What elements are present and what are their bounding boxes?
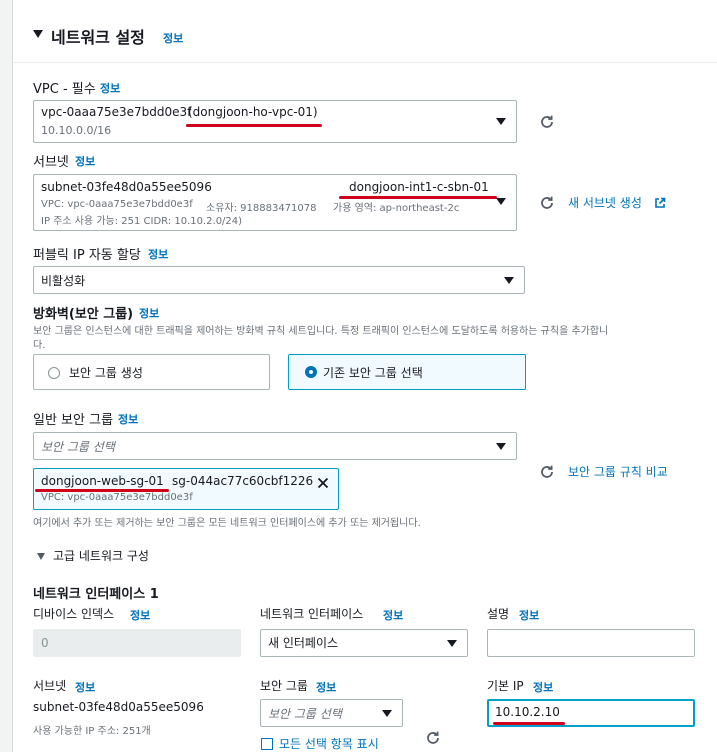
ni-primary-ip-info-link[interactable]: 정보 bbox=[533, 679, 553, 695]
ni-title: 네트워크 인터페이스 1 bbox=[33, 587, 159, 602]
selected-sg-name: dongjoon-web-sg-01 bbox=[41, 474, 164, 488]
vpc-cidr: 10.10.0.0/16 bbox=[41, 124, 112, 137]
common-sg-hint: 여기에서 추가 또는 제거하는 보안 그룹은 모든 네트워크 인터페이스에 추가… bbox=[33, 518, 421, 529]
firewall-info-link[interactable]: 정보 bbox=[139, 305, 159, 321]
selected-sg-id: sg-044ac77c60cbf1226 bbox=[172, 474, 314, 488]
ni-interface-info-link[interactable]: 정보 bbox=[383, 607, 403, 623]
create-sg-radio[interactable] bbox=[48, 367, 60, 379]
ni-show-all-checkbox[interactable] bbox=[261, 738, 273, 750]
create-sg-option-label: 보안 그룹 생성 bbox=[69, 366, 143, 380]
public-ip-label: 퍼블릭 IP 자동 할당 bbox=[33, 248, 141, 263]
ni-primary-ip-value: 10.10.2.10 bbox=[495, 705, 560, 719]
ni-device-index-value: 0 bbox=[41, 636, 49, 650]
subnet-select-name: dongjoon-int1-c-sbn-01 bbox=[349, 180, 489, 194]
external-link-icon[interactable] bbox=[654, 197, 666, 209]
subnet-refresh-icon[interactable] bbox=[539, 195, 555, 211]
ni-interface-value: 새 인터페이스 bbox=[268, 636, 339, 650]
firewall-description-line1: 보안 그룹은 인스턴스에 대한 트래픽을 제어하는 방화벽 규칙 세트입니다. … bbox=[33, 326, 609, 337]
selected-sg-vpc: VPC: vpc-0aaa75e3e7bdd0e3f bbox=[41, 492, 193, 503]
advanced-title[interactable]: 고급 네트워크 구성 bbox=[53, 547, 149, 564]
public-ip-chevron-down-icon bbox=[504, 277, 514, 284]
common-sg-chevron-down-icon bbox=[496, 443, 506, 450]
common-sg-label: 일반 보안 그룹 bbox=[33, 413, 114, 428]
existing-sg-option-label: 기존 보안 그룹 선택 bbox=[323, 366, 423, 380]
vpc-select-value: vpc-0aaa75e3e7bdd0e3f bbox=[41, 105, 192, 119]
ni-primary-ip-label: 기본 IP bbox=[487, 679, 524, 693]
public-ip-select[interactable] bbox=[33, 266, 525, 294]
ni-subnet-label: 서브넷 bbox=[33, 679, 67, 693]
vpc-info-link[interactable]: 정보 bbox=[100, 80, 120, 96]
advanced-collapse-icon[interactable] bbox=[37, 553, 45, 560]
sg-annotation-line bbox=[35, 489, 169, 492]
subnet-info-link[interactable]: 정보 bbox=[75, 153, 95, 169]
ni-show-all-label[interactable]: 모든 선택 항목 표시 bbox=[279, 735, 379, 752]
subnet-annotation-line bbox=[339, 196, 497, 199]
network-settings-panel: 네트워크 설정 정보 VPC - 필수 정보 vpc-0aaa75e3e7bdd… bbox=[12, 0, 717, 752]
ni-sg-chevron-down-icon bbox=[382, 710, 392, 717]
sg-refresh-icon[interactable] bbox=[539, 464, 555, 480]
public-ip-info-link[interactable]: 정보 bbox=[148, 246, 168, 262]
ni-description-label: 설명 bbox=[487, 607, 510, 621]
ni-device-index-info-link[interactable]: 정보 bbox=[130, 607, 150, 623]
subnet-chevron-down-icon bbox=[496, 198, 506, 205]
subnet-vpc: VPC: vpc-0aaa75e3e7bdd0e3f bbox=[41, 199, 193, 210]
compare-sg-rules-link[interactable]: 보안 그룹 규칙 비교 bbox=[568, 463, 668, 480]
ni-subnet-available-ips: 사용 가능한 IP 주소: 251개 bbox=[33, 726, 151, 737]
header-divider bbox=[13, 62, 717, 63]
ni-device-index-input bbox=[33, 629, 241, 657]
section-title: 네트워크 설정 bbox=[51, 28, 145, 47]
firewall-label: 방화벽(보안 그룹) bbox=[33, 307, 134, 322]
common-sg-placeholder: 보안 그룹 선택 bbox=[41, 440, 115, 454]
remove-sg-close-icon[interactable] bbox=[317, 477, 329, 489]
vpc-chevron-down-icon bbox=[496, 118, 506, 125]
primary-ip-annotation-line bbox=[493, 722, 565, 725]
ni-subnet-value: subnet-03fe48d0a55ee5096 bbox=[33, 700, 204, 714]
ni-device-index-label: 디바이스 인덱스 bbox=[33, 607, 115, 621]
section-info-link[interactable]: 정보 bbox=[163, 30, 183, 46]
create-subnet-link[interactable]: 새 서브넷 생성 bbox=[568, 194, 642, 211]
vpc-select-name: (dongjoon-ho-vpc-01) bbox=[188, 105, 318, 119]
subnet-ip-cidr: IP 주소 사용 가능: 251 CIDR: 10.10.2.0/24) bbox=[41, 216, 243, 227]
ni-sg-label: 보안 그룹 bbox=[260, 679, 308, 693]
subnet-label: 서브넷 bbox=[33, 155, 69, 170]
vpc-refresh-icon[interactable] bbox=[539, 114, 555, 130]
subnet-az: 가용 영역: ap-northeast-2c bbox=[333, 203, 460, 214]
vpc-annotation-line bbox=[186, 124, 322, 127]
subnet-select-value: subnet-03fe48d0a55ee5096 bbox=[41, 180, 212, 194]
ni-description-input[interactable] bbox=[487, 629, 695, 657]
ni-description-info-link[interactable]: 정보 bbox=[519, 607, 539, 623]
ni-sg-info-link[interactable]: 정보 bbox=[316, 679, 336, 695]
ni-subnet-info-link[interactable]: 정보 bbox=[75, 679, 95, 695]
public-ip-select-value: 비활성화 bbox=[41, 274, 86, 288]
collapse-toggle-icon[interactable] bbox=[33, 30, 43, 38]
vpc-label: VPC - 필수 bbox=[33, 82, 96, 97]
existing-sg-radio-selected[interactable] bbox=[305, 366, 317, 378]
ni-sg-refresh-icon[interactable] bbox=[425, 730, 441, 746]
firewall-description-line2: 다. bbox=[33, 340, 46, 351]
ni-sg-placeholder: 보안 그룹 선택 bbox=[268, 707, 342, 721]
common-sg-info-link[interactable]: 정보 bbox=[118, 411, 138, 427]
ni-interface-label: 네트워크 인터페이스 bbox=[260, 607, 364, 621]
ni-interface-chevron-down-icon bbox=[447, 640, 457, 647]
